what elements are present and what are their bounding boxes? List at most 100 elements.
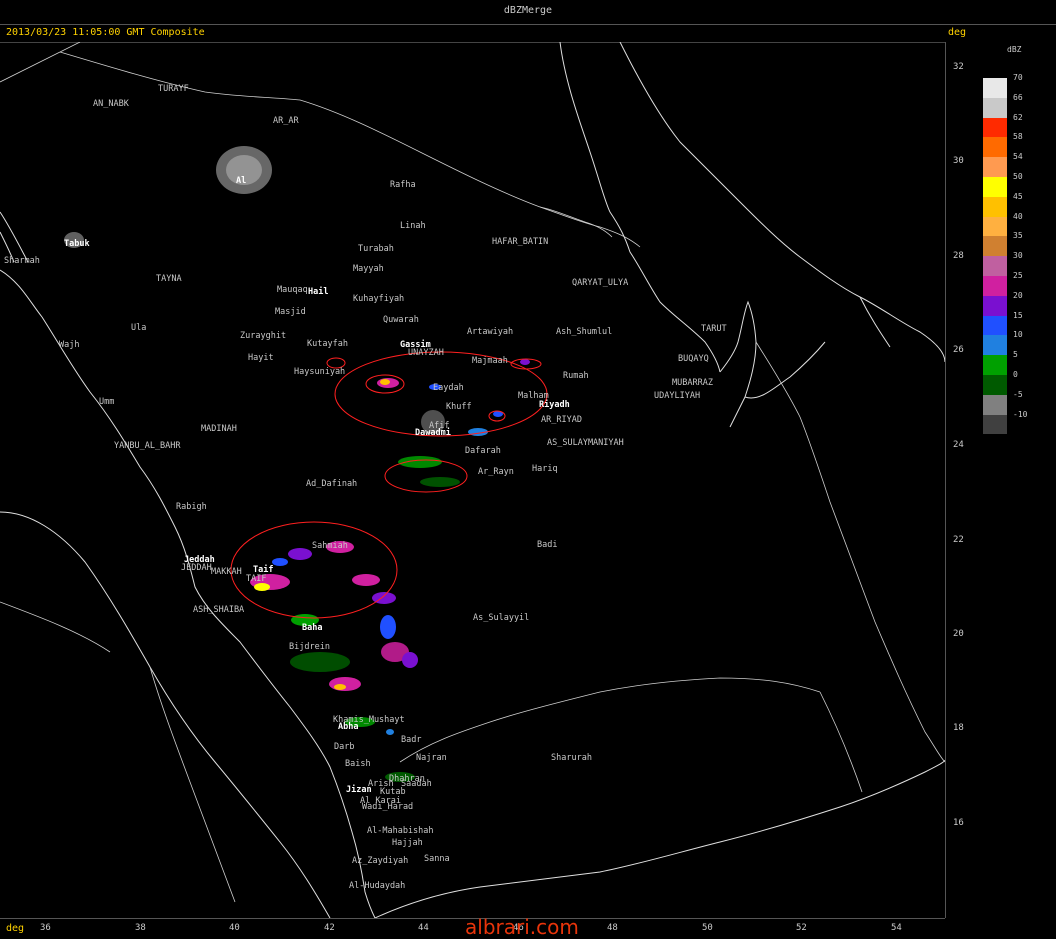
lat-tick-18: 18	[953, 723, 964, 733]
legend-label: 30	[1013, 251, 1023, 261]
legend-label: 10	[1013, 330, 1023, 340]
legend-label: 54	[1013, 152, 1023, 162]
city-label: Dafarah	[465, 446, 501, 456]
city-label: YANBU_AL_BAHR	[114, 441, 181, 451]
city-label: TARUT	[701, 324, 727, 334]
city-labels: TURAYF AN_NABK AR_AR Al Rafha Linah HAFAR_BATI…	[4, 84, 727, 891]
city-label: Najran	[416, 753, 447, 763]
city-label: Dawadmi	[415, 427, 451, 438]
radar-map[interactable]: TURAYF AN_NABK AR_AR Al Rafha Linah HAFAR_BATI…	[0, 42, 945, 918]
legend-swatch	[983, 78, 1007, 98]
city-label: Umm	[99, 397, 114, 407]
legend-label: 40	[1013, 211, 1023, 221]
legend-label: 25	[1013, 270, 1023, 280]
legend-swatch	[983, 374, 1007, 395]
lat-tick-16: 16	[953, 818, 964, 828]
city-label: Quwarah	[383, 315, 419, 325]
legend-swatch	[983, 97, 1007, 118]
legend-label: 58	[1013, 132, 1023, 142]
city-label: Bijdrein	[289, 642, 330, 652]
city-label: Mauqaq	[277, 285, 308, 295]
city-label: Darb	[334, 742, 354, 752]
legend-swatch	[983, 236, 1007, 257]
city-label: ASH_SHAIBA	[193, 605, 244, 615]
legend-label: 50	[1013, 171, 1023, 181]
city-label: As_Sulayyil	[473, 613, 529, 623]
city-label: UNAYZAH	[408, 348, 444, 358]
city-label: Majmaah	[472, 356, 508, 366]
city-label: BUQAYQ	[678, 354, 709, 364]
radar-echoes	[64, 146, 530, 782]
city-label: TURAYF	[158, 84, 189, 94]
city-label: Ash_Shumlul	[556, 327, 612, 337]
city-label: QARYAT_ULYA	[572, 278, 628, 288]
city-label: Baish	[345, 759, 371, 769]
city-label: Sharurah	[551, 753, 592, 763]
lat-tick-20: 20	[953, 629, 964, 639]
city-label: Khuff	[446, 402, 472, 412]
lat-tick-26: 26	[953, 345, 964, 355]
city-label: Linah	[400, 221, 426, 231]
legend-label: 15	[1013, 310, 1023, 320]
legend-label: -5	[1013, 389, 1023, 399]
legend-label: 62	[1013, 112, 1023, 122]
city-label: MUBARRAZ	[672, 378, 713, 388]
city-label: Ar_Rayn	[478, 467, 514, 477]
city-label: Hayit	[248, 353, 274, 363]
city-label: HAFAR_BATIN	[492, 237, 548, 247]
lon-tick-52: 52	[796, 923, 807, 933]
city-label: Wadi_Harad	[362, 802, 413, 812]
legend-swatch	[983, 414, 1007, 435]
city-label: Baha	[302, 623, 322, 633]
city-label: AR_RIYAD	[541, 415, 582, 425]
city-label: AN_NABK	[93, 99, 130, 109]
city-label: Rumah	[563, 371, 589, 381]
city-label: AS_SULAYMANIYAH	[547, 438, 624, 448]
legend-swatch	[983, 355, 1007, 375]
city-label: Eaydah	[433, 383, 464, 393]
lat-tick-30: 30	[953, 156, 964, 166]
coastlines	[0, 42, 945, 918]
legend-swatch	[983, 157, 1007, 177]
city-label: Ad_Dafinah	[306, 479, 357, 489]
city-label: Abha	[338, 722, 358, 732]
legend-swatch	[983, 394, 1007, 415]
city-label: Jizan	[346, 784, 372, 795]
city-label: MADINAH	[201, 424, 237, 434]
legend-swatch	[983, 216, 1007, 237]
city-label: Artawiyah	[467, 327, 513, 337]
city-label: Al	[236, 176, 246, 186]
city-label: TAYNA	[156, 274, 182, 284]
legend-swatch	[983, 335, 1007, 356]
city-label: Kutayfah	[307, 339, 348, 349]
legend-label: 20	[1013, 290, 1023, 300]
city-label: Riyadh	[539, 399, 570, 410]
city-label: TAIF	[246, 574, 266, 584]
city-label: Badr	[401, 735, 421, 745]
lon-tick-44: 44	[418, 923, 429, 933]
city-label: Al-Mahabishah	[367, 826, 434, 836]
city-label: Hail	[308, 286, 328, 297]
city-label: JEDDAH	[181, 563, 212, 573]
city-label: MAKKAH	[211, 567, 242, 577]
latitude-axis	[945, 42, 976, 918]
lon-tick-38: 38	[135, 923, 146, 933]
legend-swatch	[983, 196, 1007, 217]
city-label: Kuhayfiyah	[353, 294, 404, 304]
legend-swatch	[983, 275, 1007, 296]
legend-swatch	[983, 256, 1007, 276]
city-label: Sanna	[424, 854, 450, 864]
watermark: albrari.com	[465, 915, 579, 939]
city-label: Tabuk	[64, 239, 90, 249]
legend-swatch	[983, 137, 1007, 158]
city-label: Zurayghit	[240, 331, 286, 341]
lon-tick-54: 54	[891, 923, 902, 933]
city-label: Badi	[537, 540, 557, 550]
legend-swatch	[983, 295, 1007, 316]
city-label: Rabigh	[176, 502, 207, 512]
city-label: Saadah	[401, 779, 432, 789]
city-label: Hariq	[532, 464, 558, 474]
legend-label: 66	[1013, 92, 1023, 102]
lon-tick-36: 36	[40, 923, 51, 933]
legend-swatch	[983, 315, 1007, 336]
